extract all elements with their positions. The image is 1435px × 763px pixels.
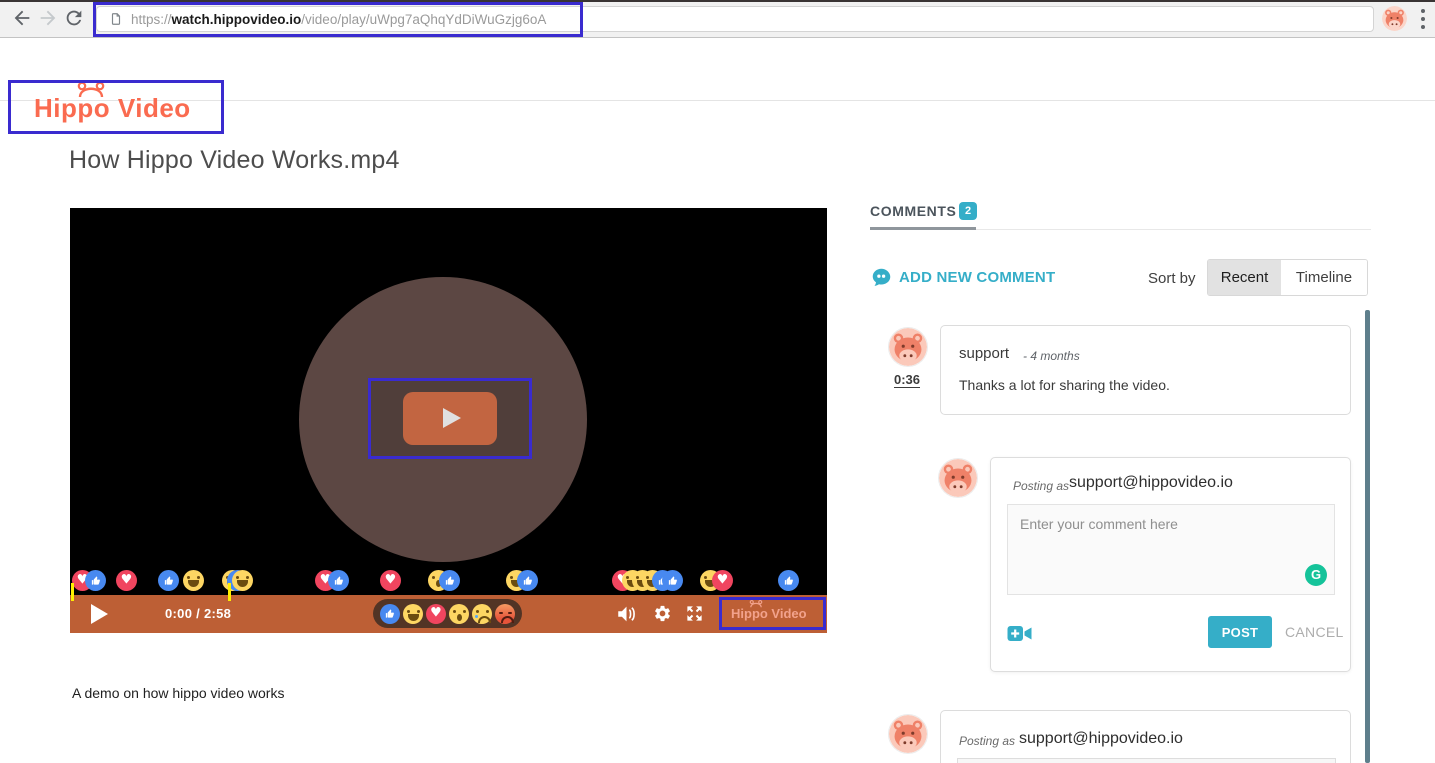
browser-chrome: https://watch.hippovideo.io/video/play/u… [0, 0, 1435, 38]
browser-window: https://watch.hippovideo.io/video/play/u… [0, 0, 1435, 763]
posting-as-label: Posting as [959, 734, 1015, 748]
comments-count-badge: 2 [959, 202, 977, 220]
reaction-thumb-icon [778, 570, 799, 591]
comment-bubble-icon [871, 267, 892, 288]
comments-scrollbar[interactable] [1365, 310, 1370, 763]
video-surface[interactable]: ♥ ♥ ♥ ♥ ♥ ♥ [70, 208, 827, 595]
reaction-thumb-icon [439, 570, 460, 591]
reaction-heart-icon[interactable]: ♥ [426, 604, 446, 624]
time-display: 0:00 / 2:58 [165, 595, 231, 633]
second-comment-form: Posting as support@hippovideo.io [940, 710, 1351, 763]
timeline-reaction-group [428, 570, 460, 591]
reaction-heart-icon: ♥ [116, 570, 137, 591]
sort-timeline-button[interactable]: Timeline [1281, 260, 1367, 295]
reaction-angry-icon[interactable] [495, 604, 515, 624]
timeline-reaction-group: ♥ [315, 570, 349, 591]
reaction-thumb-icon [517, 570, 538, 591]
reaction-heart-icon: ♥ [712, 570, 733, 591]
posting-as-email: support@hippovideo.io [1069, 474, 1233, 492]
browser-menu-icon[interactable] [1421, 9, 1425, 33]
sort-recent-button[interactable]: Recent [1208, 260, 1281, 295]
controlbar-play-icon[interactable] [91, 604, 108, 624]
grammarly-icon[interactable]: G [1305, 564, 1327, 586]
reaction-thumb-icon [662, 570, 683, 591]
timeline-reaction-group [222, 570, 253, 591]
timeline-reaction-group [778, 570, 799, 591]
annotation-box-url [93, 2, 583, 37]
add-new-comment-label: ADD NEW COMMENT [899, 269, 1055, 286]
reaction-thumb-icon [158, 570, 179, 591]
sort-by-label: Sort by [1148, 270, 1196, 287]
timeline-reaction-group [506, 570, 538, 591]
comment-card: support - 4 months Thanks a lot for shar… [940, 325, 1351, 415]
reaction-thumb-icon [85, 570, 106, 591]
settings-gear-icon[interactable] [653, 604, 672, 623]
comment-timeline-marker[interactable] [71, 583, 74, 601]
browser-profile-avatar[interactable] [1382, 6, 1407, 31]
reaction-thumb-icon [328, 570, 349, 591]
comment-text: Thanks a lot for sharing the video. [959, 377, 1170, 393]
video-player: ♥ ♥ ♥ ♥ ♥ ♥ 0:00 / 2:58 ♥ Hippo Video [70, 208, 827, 633]
video-title: How Hippo Video Works.mp4 [69, 146, 400, 175]
timeline-reaction-group: ♥ [380, 570, 401, 591]
reaction-laugh-icon [183, 570, 204, 591]
timeline-reaction-group [158, 570, 204, 591]
add-new-comment-button[interactable]: ADD NEW COMMENT [871, 267, 1055, 288]
reaction-laugh-icon [232, 570, 253, 591]
comment-timestamp-link[interactable]: 0:36 [894, 372, 920, 388]
current-user-avatar [938, 458, 978, 498]
reaction-picker-pill: ♥ [373, 599, 522, 628]
comments-tab-underline [870, 227, 976, 230]
timeline-reaction-group: ♥ [700, 570, 733, 591]
timeline-reaction-group: ♥ [612, 570, 683, 591]
new-comment-form: Posting as support@hippovideo.io G POST … [990, 457, 1351, 672]
cancel-button[interactable]: CANCEL [1285, 624, 1344, 640]
add-video-comment-icon[interactable] [1007, 624, 1032, 643]
hippo-avatar-icon [1382, 6, 1407, 31]
site-header: Hippo Video [0, 38, 1435, 101]
timeline-reactions-row: ♥ ♥ ♥ ♥ ♥ ♥ [70, 570, 827, 591]
reaction-heart-icon: ♥ [380, 570, 401, 591]
sort-button-group: Recent Timeline [1207, 259, 1368, 296]
comment-time-ago: - 4 months [1023, 349, 1080, 363]
back-icon[interactable] [11, 7, 33, 29]
hippo-avatar-icon [889, 328, 927, 366]
post-button[interactable]: POST [1208, 616, 1272, 648]
reaction-sad-icon[interactable] [472, 604, 492, 624]
current-user-avatar [888, 714, 928, 754]
reaction-thumb-icon[interactable] [380, 604, 400, 624]
refresh-icon[interactable] [63, 7, 85, 29]
comment-author: support [959, 345, 1009, 362]
comment-input[interactable] [1007, 504, 1335, 595]
annotation-box-play [368, 378, 532, 459]
player-control-bar: 0:00 / 2:58 ♥ Hippo Video [70, 595, 827, 633]
timeline-reaction-group: ♥ [116, 570, 137, 591]
timeline-reaction-group: ♥ [72, 570, 106, 591]
comment-input[interactable] [957, 758, 1336, 763]
reaction-wow-icon[interactable] [449, 604, 469, 624]
hippo-avatar-icon [939, 459, 977, 497]
annotation-box-watermark [719, 597, 826, 630]
fullscreen-icon[interactable] [685, 604, 704, 623]
hippo-avatar-icon [889, 715, 927, 753]
posting-as-email: support@hippovideo.io [1019, 730, 1183, 748]
volume-icon[interactable] [614, 603, 639, 625]
annotation-box-logo [8, 80, 224, 134]
reaction-laugh-icon[interactable] [403, 604, 423, 624]
comments-tab[interactable]: COMMENTS [870, 203, 956, 219]
forward-icon[interactable] [37, 7, 59, 29]
comment-timeline-marker[interactable] [228, 583, 231, 601]
commenter-avatar [888, 327, 928, 367]
posting-as-label: Posting as [1013, 479, 1069, 493]
video-description: A demo on how hippo video works [72, 685, 284, 701]
